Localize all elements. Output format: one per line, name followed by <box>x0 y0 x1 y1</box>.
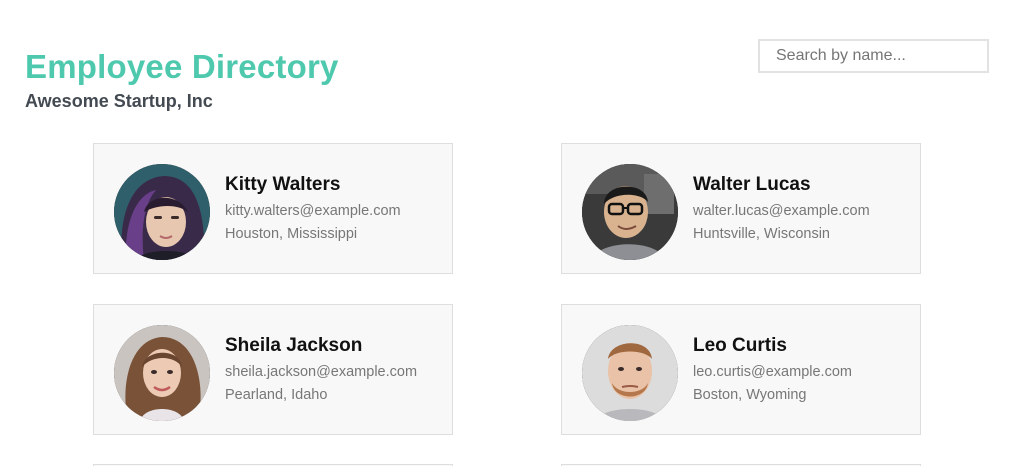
employee-directory-page: Employee Directory Awesome Startup, Inc … <box>0 0 1017 466</box>
search-input[interactable] <box>758 39 989 73</box>
page-title: Employee Directory <box>25 48 339 85</box>
employee-card[interactable]: Walter Lucas walter.lucas@example.com Hu… <box>561 143 921 274</box>
employee-email: sheila.jackson@example.com <box>225 364 418 380</box>
employee-email: walter.lucas@example.com <box>693 203 870 219</box>
employee-photo <box>114 325 210 421</box>
employee-name: Kitty Walters <box>225 174 341 195</box>
employee-photo <box>114 164 210 260</box>
employee-photo <box>582 164 678 260</box>
employee-name: Sheila Jackson <box>225 335 363 356</box>
employee-card[interactable]: Leo Curtis leo.curtis@example.com Boston… <box>561 304 921 435</box>
employee-email: kitty.walters@example.com <box>225 203 401 219</box>
avatar <box>582 325 678 421</box>
company-name: Awesome Startup, Inc <box>25 91 213 111</box>
employee-card[interactable]: Kitty Walters kitty.walters@example.com … <box>93 143 453 274</box>
avatar <box>582 164 678 260</box>
employee-name: Walter Lucas <box>693 174 811 195</box>
avatar <box>114 164 210 260</box>
employee-location: Boston, Wyoming <box>693 387 807 403</box>
employee-name: Leo Curtis <box>693 335 787 356</box>
employee-photo <box>582 325 678 421</box>
employee-email: leo.curtis@example.com <box>693 364 852 380</box>
employee-location: Houston, Mississippi <box>225 226 358 242</box>
employee-card[interactable]: Sheila Jackson sheila.jackson@example.co… <box>93 304 453 435</box>
employee-location: Huntsville, Wisconsin <box>693 226 830 242</box>
employee-location: Pearland, Idaho <box>225 387 328 403</box>
avatar <box>114 325 210 421</box>
